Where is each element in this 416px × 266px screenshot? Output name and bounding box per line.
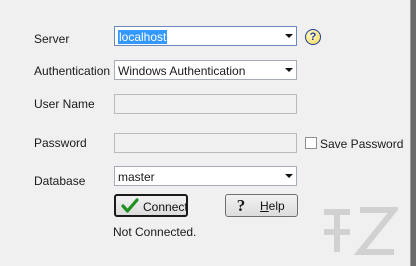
username-label: User Name [34, 97, 95, 111]
connect-button-label: Connect [143, 200, 188, 214]
password-input[interactable] [114, 133, 297, 153]
chevron-down-icon[interactable] [285, 34, 293, 38]
chevron-down-icon[interactable] [285, 68, 293, 72]
connect-button[interactable]: Connect [114, 194, 188, 217]
help-button[interactable]: ? Help [225, 194, 298, 217]
save-password-label[interactable]: Save Password [320, 137, 403, 151]
authentication-label: Authentication [34, 64, 111, 78]
server-combobox[interactable]: localhost [114, 26, 297, 46]
password-label: Password [34, 136, 87, 150]
server-value: localhost [118, 30, 168, 44]
connection-status: Not Connected. [113, 225, 197, 239]
server-label: Server [34, 32, 70, 46]
authentication-select[interactable]: Windows Authentication [114, 60, 297, 80]
svg-text:?: ? [237, 196, 246, 214]
checkmark-icon [121, 198, 139, 213]
save-password-checkbox[interactable] [305, 137, 317, 149]
username-input[interactable] [114, 94, 297, 114]
watermark-logo-icon [324, 207, 398, 255]
database-label: Database [34, 174, 86, 188]
database-select[interactable]: master [114, 166, 297, 186]
chevron-down-icon[interactable] [285, 174, 293, 178]
authentication-value: Windows Authentication [118, 64, 246, 78]
help-button-label: Help [260, 199, 285, 213]
connection-dialog: Server localhost ? Authentication Window… [0, 0, 411, 266]
question-mark-icon: ? [237, 196, 246, 214]
database-value: master [118, 170, 155, 184]
question-icon[interactable]: ? [305, 29, 321, 45]
